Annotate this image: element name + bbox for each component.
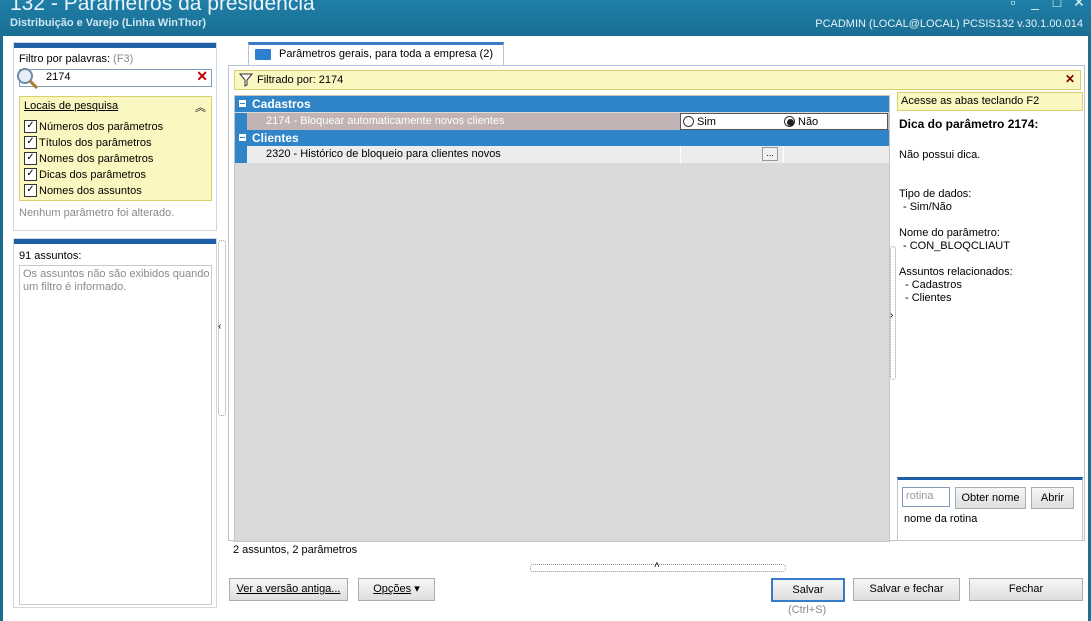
app-title: 132 - Parâmetros da presidência [10, 0, 315, 15]
location-option[interactable]: ✓ Nomes dos parâmetros [24, 151, 153, 166]
save-shortcut: (Ctrl+S) [788, 604, 827, 616]
tip-name-value: - CON_BLOQCLIAUT [903, 240, 1010, 252]
maximize-icon[interactable]: □ [1050, 0, 1064, 9]
checkbox-icon[interactable]: ✓ [24, 120, 37, 133]
group-label: Cadastros [252, 97, 311, 111]
save-close-button[interactable]: Salvar e fechar [853, 578, 960, 601]
checkbox-icon[interactable]: ✓ [24, 152, 37, 165]
chevron-right-icon[interactable]: › [890, 310, 893, 321]
tab-label: Parâmetros gerais, para toda a empresa (… [279, 48, 493, 60]
search-locations: Locais de pesquisa ︽ ✓ Números dos parâme… [19, 96, 212, 201]
filter-bar: Filtrado por: 2174 ✕ [234, 70, 1081, 90]
location-option[interactable]: ✓ Títulos dos parâmetros [24, 135, 152, 150]
filter-label: Filtro por palavras: (F3) [19, 53, 133, 65]
options-label: Opções [373, 583, 412, 595]
no-change-message: Nenhum parâmetro foi alterado. [19, 207, 175, 219]
locations-title: Locais de pesquisa [24, 100, 119, 112]
filter-bar-label: Filtrado por: 2174 [257, 74, 344, 86]
parameter-row[interactable]: 2174 - Bloquear automaticamente novos cl… [235, 113, 889, 130]
chevron-left-icon[interactable]: ‹ [218, 321, 221, 332]
open-button[interactable]: Abrir [1031, 487, 1074, 509]
filter-shortcut: (F3) [113, 53, 134, 65]
parameter-label: 2320 - Histórico de bloqueio para client… [266, 148, 501, 160]
location-label: Nomes dos assuntos [39, 184, 142, 197]
subjects-message: Os assuntos não são exibidos quando um f… [23, 268, 210, 293]
folder-icon [255, 49, 271, 60]
tip-subjects-label: Assuntos relacionados: [899, 266, 1013, 278]
checkbox-icon[interactable]: ✓ [24, 136, 37, 149]
parameters-grid: Cadastros 2174 - Bloquear automaticament… [234, 95, 890, 542]
status-text: 2 assuntos, 2 parâmetros [233, 544, 358, 556]
filter-input[interactable]: 2174 ✕ [17, 68, 212, 90]
close-button[interactable]: Fechar [969, 578, 1083, 601]
parameter-label: 2174 - Bloquear automaticamente novos cl… [266, 115, 505, 127]
tip-body: Dica do parâmetro 2174: Não possui dica.… [899, 118, 1081, 305]
tip-text: Não possui dica. [899, 149, 981, 161]
options-button[interactable]: Opções ▾ [358, 578, 435, 601]
location-label: Nomes dos parâmetros [39, 152, 154, 165]
routine-input[interactable]: rotina [902, 487, 950, 507]
funnel-icon [239, 73, 253, 87]
group-label: Clientes [252, 131, 299, 145]
tip-subject: - Clientes [905, 292, 952, 304]
save-button[interactable]: Salvar [771, 578, 845, 602]
tip-type-label: Tipo de dados: [899, 188, 972, 200]
ellipsis-button[interactable]: ... [762, 147, 778, 161]
filter-panel: Filtro por palavras: (F3) 2174 ✕ Locais … [13, 42, 217, 231]
old-version-label: Ver a versão antiga... [236, 583, 341, 595]
tip-subject: - Cadastros [905, 279, 962, 291]
radio-nao-label[interactable]: Não [798, 116, 818, 128]
tip-hint: Acesse as abas teclando F2 [897, 92, 1083, 111]
location-option[interactable]: ✓ Números dos parâmetros [24, 119, 163, 134]
collapse-icon[interactable]: ︽ [195, 99, 206, 115]
collapse-group-icon[interactable] [239, 100, 246, 107]
routine-box: rotina Obter nome Abrir nome da rotina [897, 477, 1083, 541]
tip-panel: Acesse as abas teclando F2 Dica do parâm… [897, 92, 1083, 541]
close-filter-icon[interactable]: ✕ [1065, 72, 1075, 86]
close-window-icon[interactable]: ✕ [1072, 0, 1086, 9]
radio-sim-label[interactable]: Sim [697, 116, 716, 128]
routine-name-label: nome da rotina [904, 513, 978, 525]
user-info: PCADMIN (LOCAL@LOCAL) PCSIS132 v.30.1.00… [815, 18, 1083, 30]
get-name-button[interactable]: Obter nome [955, 487, 1026, 509]
old-version-button[interactable]: Ver a versão antiga... [229, 578, 348, 601]
tip-type-value: - Sim/Não [903, 201, 952, 213]
chevron-up-icon[interactable]: ˄ [654, 560, 660, 571]
title-bar: 132 - Parâmetros da presidência Distribu… [0, 0, 1091, 36]
restore-icon[interactable]: ▫ [1006, 0, 1020, 9]
subjects-panel: 91 assuntos: Os assuntos não são exibido… [13, 238, 217, 608]
subjects-count: 91 assuntos: [19, 250, 82, 262]
parameter-row[interactable]: 2320 - Histórico de bloqueio para client… [235, 146, 889, 163]
minimize-icon[interactable]: _ [1028, 0, 1042, 9]
checkbox-icon[interactable]: ✓ [24, 184, 37, 197]
collapse-group-icon[interactable] [239, 134, 246, 141]
parameter-value: Sim Não [680, 113, 888, 130]
location-option[interactable]: ✓ Dicas dos parâmetros [24, 167, 146, 182]
checkbox-icon[interactable]: ✓ [24, 168, 37, 181]
parameter-value: ... [680, 146, 784, 163]
app-subtitle: Distribuição e Varejo (Linha WinThor) [10, 17, 207, 29]
dropdown-arrow-icon: ▾ [414, 583, 420, 595]
row-indicator [235, 113, 247, 130]
search-icon [17, 68, 39, 90]
clear-filter-icon[interactable]: ✕ [196, 68, 208, 85]
radio-nao[interactable] [784, 116, 795, 127]
panel-strip [14, 239, 216, 244]
location-label: Números dos parâmetros [39, 120, 164, 133]
location-option[interactable]: ✓ Nomes dos assuntos [24, 183, 142, 198]
subjects-list[interactable]: Os assuntos não são exibidos quando um f… [19, 265, 212, 605]
tip-name-label: Nome do parâmetro: [899, 227, 1000, 239]
filter-label-text: Filtro por palavras: [19, 53, 111, 65]
tip-title: Dica do parâmetro 2174: [899, 117, 1039, 131]
location-label: Títulos dos parâmetros [39, 136, 152, 149]
group-row[interactable]: Cadastros [235, 96, 889, 112]
tab-general-parameters[interactable]: Parâmetros gerais, para toda a empresa (… [248, 42, 504, 66]
location-label: Dicas dos parâmetros [39, 168, 146, 181]
group-row[interactable]: Clientes [235, 130, 889, 146]
filter-value: 2174 [46, 71, 71, 83]
panel-strip [14, 43, 216, 48]
radio-sim[interactable] [683, 116, 694, 127]
row-indicator [235, 146, 247, 163]
